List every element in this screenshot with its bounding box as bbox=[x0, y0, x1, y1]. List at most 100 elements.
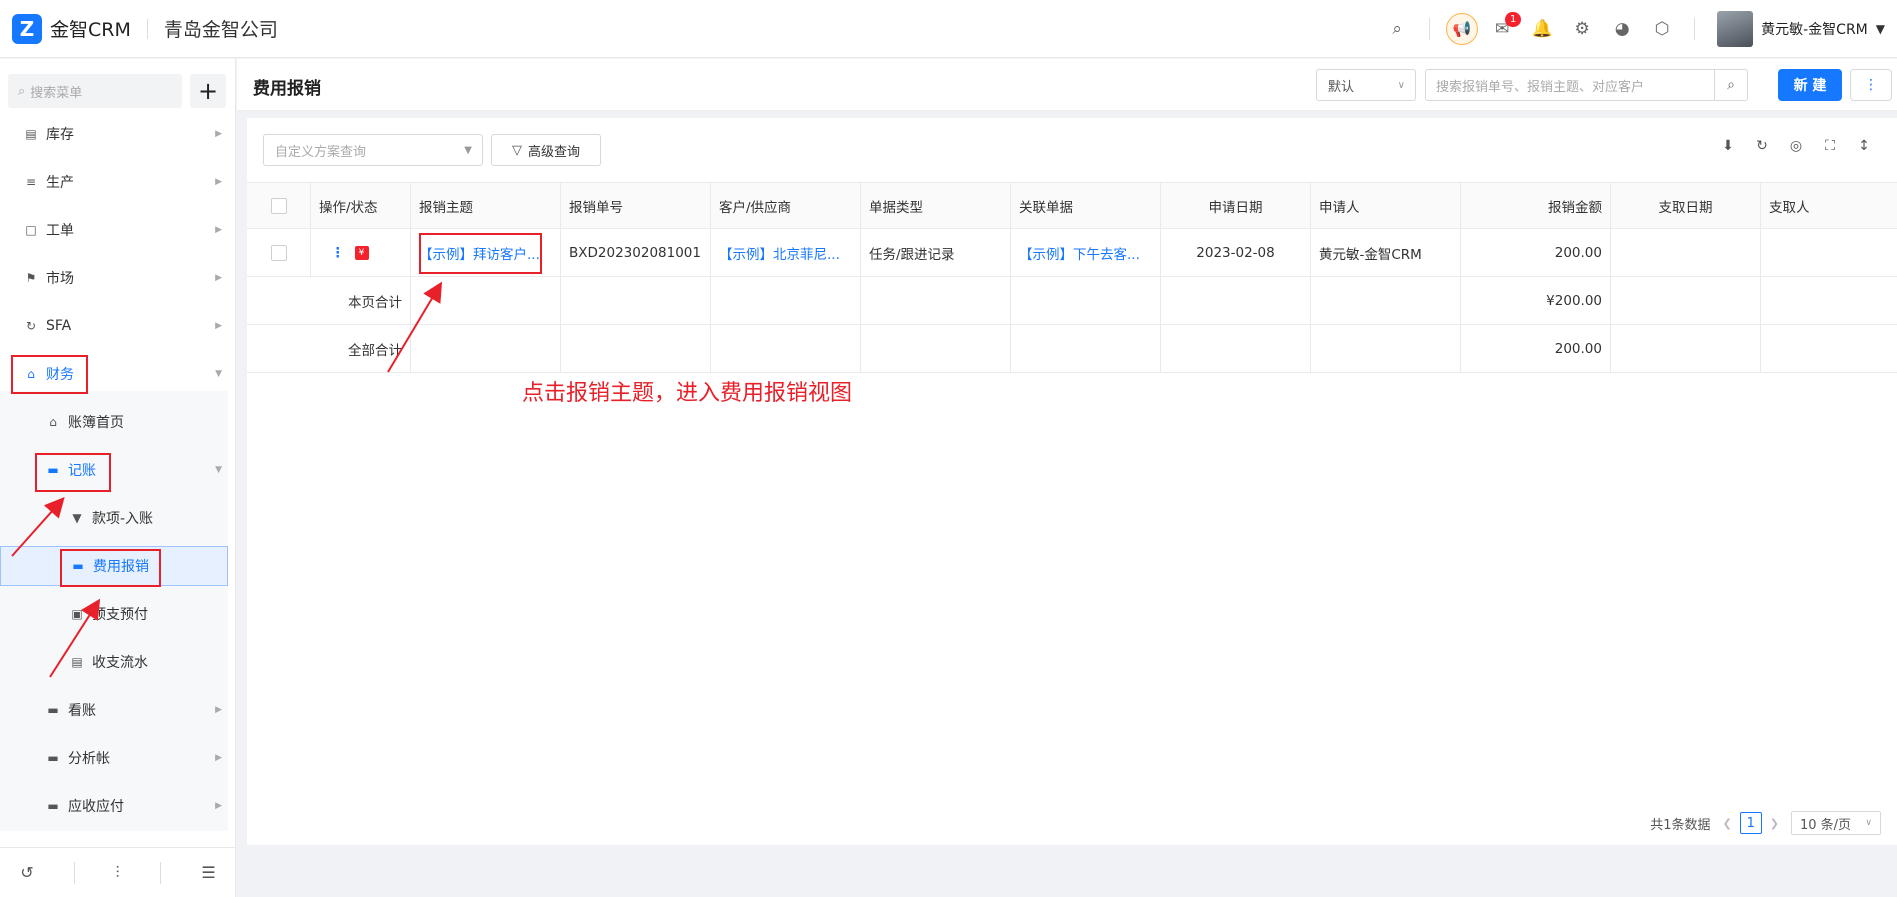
page-number[interactable]: 1 bbox=[1739, 812, 1762, 834]
chevron-right-icon: ▶ bbox=[215, 801, 222, 811]
menu-search-input[interactable]: ⌕ 搜索菜单 bbox=[8, 74, 182, 108]
search-icon: ⌕ bbox=[1727, 77, 1735, 93]
sidebar-item-advance-payment[interactable]: ▣ 预支预付 bbox=[0, 594, 228, 634]
sidebar-item-label: 生产 bbox=[46, 175, 74, 191]
speaker-icon: 📢 bbox=[1446, 13, 1479, 45]
chevron-down-icon[interactable]: ▼ bbox=[1876, 22, 1885, 36]
expand-all-icon[interactable]: ⬇ bbox=[1711, 138, 1745, 154]
column-header[interactable]: 报销单号 bbox=[561, 183, 711, 228]
related-doc-link[interactable]: 【示例】下午去客... bbox=[1011, 229, 1161, 276]
folder-icon: ▬ bbox=[47, 751, 59, 765]
user-name[interactable]: 黄元敏-金智CRM bbox=[1761, 19, 1868, 39]
mail-icon[interactable]: ✉ 1 bbox=[1482, 9, 1522, 49]
search-icon[interactable]: ⌕ bbox=[1377, 9, 1417, 49]
sidebar-item-receipt[interactable]: ▼ 款项-入账 bbox=[0, 498, 228, 538]
page-title: 费用报销 bbox=[253, 79, 321, 99]
gear-icon[interactable]: ⚙ bbox=[1562, 9, 1602, 49]
empty-cell bbox=[411, 277, 561, 324]
speaker-button[interactable]: 📢 bbox=[1442, 9, 1482, 49]
bell-icon[interactable]: 🔔 bbox=[1522, 9, 1562, 49]
divider bbox=[159, 861, 161, 884]
search-input[interactable]: 搜索报销单号、报销主题、对应客户 bbox=[1425, 69, 1715, 101]
column-header[interactable]: 报销金额 bbox=[1461, 183, 1611, 228]
annotation-text: 点击报销主题，进入费用报销视图 bbox=[522, 381, 853, 406]
add-menu-button[interactable]: + bbox=[190, 74, 226, 108]
sidebar: ⌕ 搜索菜单 + ▤ 库存 ▶ ≡ 生产 ▶ □ 工单 ▶ ⚑ 市场 ▶ ↻ S… bbox=[0, 59, 236, 897]
customer-link[interactable]: 【示例】北京菲尼... bbox=[711, 229, 861, 276]
column-header[interactable]: 单据类型 bbox=[861, 183, 1011, 228]
sidebar-item-view-accounts[interactable]: ▬ 看账 ▶ bbox=[0, 690, 228, 730]
pie-chart-icon[interactable]: ◕ bbox=[1602, 9, 1642, 49]
column-header[interactable]: 支取人 bbox=[1761, 183, 1867, 228]
advanced-query-label: 高级查询 bbox=[527, 144, 580, 160]
withdrawer bbox=[1761, 229, 1867, 276]
more-actions-icon[interactable]: ⋮ bbox=[331, 245, 345, 261]
settings-sliders-icon[interactable]: ⫶ bbox=[116, 863, 120, 883]
page-header: 费用报销 默认 ∨ 搜索报销单号、报销主题、对应客户 ⌕ 新 建 ⋮ bbox=[237, 59, 1897, 111]
next-page-icon[interactable]: ❯ bbox=[1770, 817, 1779, 830]
pin-icon: ▼ bbox=[72, 511, 82, 525]
sidebar-item-inventory[interactable]: ▤ 库存 ▶ bbox=[0, 114, 228, 154]
column-header[interactable]: 关联单据 bbox=[1011, 183, 1161, 228]
empty-cell bbox=[561, 277, 711, 324]
sidebar-item-market[interactable]: ⚑ 市场 ▶ bbox=[0, 258, 228, 298]
column-settings-icon[interactable]: ◎ bbox=[1779, 138, 1813, 154]
custom-scheme-select[interactable]: 自定义方案查询 ▼ bbox=[263, 134, 483, 166]
view-select[interactable]: 默认 ∨ bbox=[1316, 69, 1416, 101]
company-name[interactable]: 青岛金智公司 bbox=[164, 15, 278, 42]
history-icon[interactable]: ↺ bbox=[20, 863, 33, 882]
folder-icon: ▬ bbox=[47, 703, 59, 717]
fullscreen-icon[interactable]: ⛶ bbox=[1813, 138, 1847, 154]
sidebar-item-sfa[interactable]: ↻ SFA ▶ bbox=[0, 306, 228, 346]
withdraw-date bbox=[1611, 229, 1761, 276]
mail-badge: 1 bbox=[1505, 12, 1522, 27]
app-logo[interactable]: Z 金智CRM bbox=[12, 13, 131, 44]
sidebar-item-finance[interactable]: ⌂ 财务 ▼ bbox=[0, 354, 228, 394]
column-header[interactable]: 客户/供应商 bbox=[711, 183, 861, 228]
sidebar-item-cash-flow[interactable]: ▤ 收支流水 bbox=[0, 642, 228, 682]
row-height-icon[interactable]: ↕ bbox=[1847, 138, 1881, 154]
header-select-all bbox=[247, 183, 311, 228]
empty-cell bbox=[711, 325, 861, 372]
sidebar-item-ledger-home[interactable]: ⌂ 账簿首页 bbox=[0, 402, 228, 442]
logo-mark: Z bbox=[12, 13, 42, 44]
select-all-checkbox[interactable] bbox=[270, 197, 287, 214]
column-header[interactable]: 支取日期 bbox=[1611, 183, 1761, 228]
chevron-down-icon: ∨ bbox=[1397, 79, 1405, 91]
column-header[interactable]: 申请日期 bbox=[1161, 183, 1311, 228]
sidebar-item-receivables[interactable]: ▬ 应收应付 ▶ bbox=[0, 786, 228, 826]
collapse-menu-icon[interactable]: ☰ bbox=[201, 863, 215, 882]
prev-page-icon[interactable]: ❮ bbox=[1723, 817, 1732, 830]
sidebar-item-label: 款项-入账 bbox=[92, 511, 154, 527]
top-bar: Z 金智CRM 青岛金智公司 ⌕ 📢 ✉ 1 🔔 ⚙ ◕ ⬡ 黄元敏-金智CRM… bbox=[0, 0, 1897, 58]
chevron-right-icon: ▶ bbox=[215, 177, 222, 187]
avatar[interactable] bbox=[1717, 11, 1754, 47]
column-header[interactable]: 申请人 bbox=[1311, 183, 1461, 228]
expense-subject-link[interactable]: 【示例】拜访客户... bbox=[411, 229, 561, 276]
sidebar-item-bookkeeping[interactable]: ▬ 记账 ▼ bbox=[0, 450, 228, 490]
empty-cell bbox=[1011, 277, 1161, 324]
empty-cell bbox=[711, 277, 861, 324]
sidebar-item-production[interactable]: ≡ 生产 ▶ bbox=[0, 162, 228, 202]
new-button[interactable]: 新 建 bbox=[1778, 69, 1842, 101]
sidebar-item-analysis[interactable]: ▬ 分析帐 ▶ bbox=[0, 738, 228, 778]
refresh-icon[interactable]: ↻ bbox=[1745, 138, 1779, 154]
page-size-select[interactable]: 10 条/页 ∨ bbox=[1791, 811, 1881, 835]
page-total-row: 本页合计 ¥200.00 bbox=[247, 277, 1897, 325]
divider bbox=[146, 18, 148, 39]
empty-cell bbox=[1761, 325, 1867, 372]
search-button[interactable]: ⌕ bbox=[1714, 69, 1748, 101]
more-options-button[interactable]: ⋮ bbox=[1850, 69, 1892, 101]
empty-cell bbox=[411, 325, 561, 372]
advanced-query-button[interactable]: ▽ 高级查询 bbox=[491, 134, 601, 166]
page-size-value: 10 条/页 bbox=[1800, 817, 1852, 833]
home-icon: ⌂ bbox=[49, 415, 57, 429]
home-icon: ⌂ bbox=[27, 367, 35, 381]
cube-icon[interactable]: ⬡ bbox=[1642, 9, 1682, 49]
table-row[interactable]: ⋮ ¥ 【示例】拜访客户... BXD202302081001 【示例】北京菲尼… bbox=[247, 229, 1897, 277]
column-header[interactable]: 操作/状态 bbox=[311, 183, 411, 228]
sidebar-item-expense-reimbursement[interactable]: ▬ 费用报销 bbox=[0, 546, 228, 586]
column-header[interactable]: 报销主题 bbox=[411, 183, 561, 228]
sidebar-item-work-order[interactable]: □ 工单 ▶ bbox=[0, 210, 228, 250]
row-checkbox[interactable] bbox=[270, 244, 287, 261]
